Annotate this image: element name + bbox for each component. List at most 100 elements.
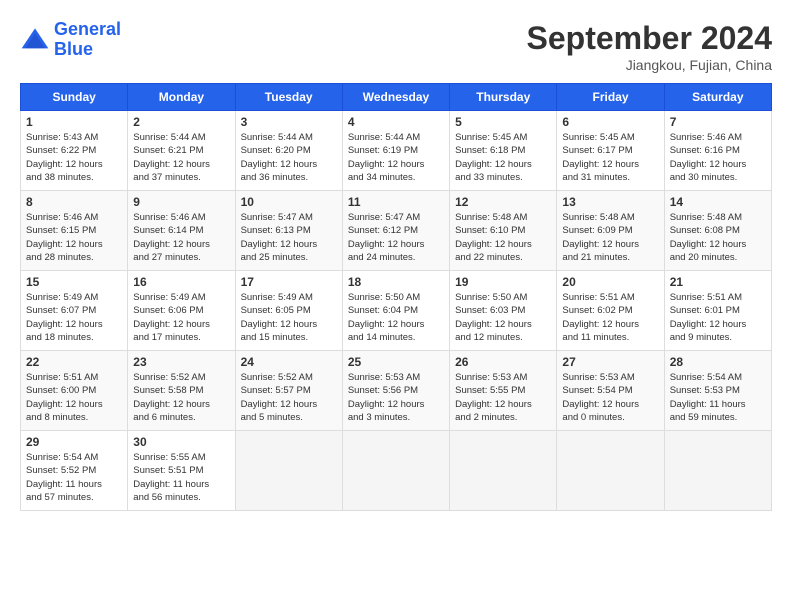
day-info: Sunrise: 5:49 AM Sunset: 6:06 PM Dayligh… — [133, 291, 229, 344]
day-number: 23 — [133, 355, 229, 369]
calendar-cell: 23 Sunrise: 5:52 AM Sunset: 5:58 PM Dayli… — [128, 351, 235, 431]
day-info: Sunrise: 5:51 AM Sunset: 6:00 PM Dayligh… — [26, 371, 122, 424]
calendar-cell: 15Sunrise: 5:49 AM Sunset: 6:07 PM Dayli… — [21, 271, 128, 351]
day-info: Sunrise: 5:45 AM Sunset: 6:18 PM Dayligh… — [455, 131, 551, 184]
calendar-cell: 24 Sunrise: 5:52 AM Sunset: 5:57 PM Dayli… — [235, 351, 342, 431]
calendar-table: Sunday Monday Tuesday Wednesday Thursday… — [20, 83, 772, 511]
logo-text: General Blue — [54, 20, 121, 60]
header-saturday: Saturday — [664, 84, 771, 111]
calendar-cell: 6Sunrise: 5:45 AM Sunset: 6:17 PM Daylig… — [557, 111, 664, 191]
calendar-cell: 18 Sunrise: 5:50 AM Sunset: 6:04 PM Dayli… — [342, 271, 449, 351]
calendar-cell: 10 Sunrise: 5:47 AM Sunset: 6:13 PM Dayli… — [235, 191, 342, 271]
day-number: 12 — [455, 195, 551, 209]
calendar-cell: 30 Sunrise: 5:55 AM Sunset: 5:51 PM Dayli… — [128, 431, 235, 511]
calendar-cell: 8Sunrise: 5:46 AM Sunset: 6:15 PM Daylig… — [21, 191, 128, 271]
day-number: 17 — [241, 275, 337, 289]
day-number: 11 — [348, 195, 444, 209]
calendar-cell: 19 Sunrise: 5:50 AM Sunset: 6:03 PM Dayli… — [450, 271, 557, 351]
day-info: Sunrise: 5:50 AM Sunset: 6:03 PM Dayligh… — [455, 291, 551, 344]
day-info: Sunrise: 5:44 AM Sunset: 6:19 PM Dayligh… — [348, 131, 444, 184]
day-number: 30 — [133, 435, 229, 449]
day-number: 9 — [133, 195, 229, 209]
calendar-cell: 16 Sunrise: 5:49 AM Sunset: 6:06 PM Dayli… — [128, 271, 235, 351]
calendar-cell — [557, 431, 664, 511]
day-info: Sunrise: 5:48 AM Sunset: 6:09 PM Dayligh… — [562, 211, 658, 264]
calendar-cell: 4 Sunrise: 5:44 AM Sunset: 6:19 PM Daylig… — [342, 111, 449, 191]
day-info: Sunrise: 5:49 AM Sunset: 6:05 PM Dayligh… — [241, 291, 337, 344]
calendar-cell: 12 Sunrise: 5:48 AM Sunset: 6:10 PM Dayli… — [450, 191, 557, 271]
calendar-cell: 1Sunrise: 5:43 AM Sunset: 6:22 PM Daylig… — [21, 111, 128, 191]
calendar-cell: 26 Sunrise: 5:53 AM Sunset: 5:55 PM Dayli… — [450, 351, 557, 431]
header-thursday: Thursday — [450, 84, 557, 111]
day-info: Sunrise: 5:55 AM Sunset: 5:51 PM Dayligh… — [133, 451, 229, 504]
day-info: Sunrise: 5:51 AM Sunset: 6:02 PM Dayligh… — [562, 291, 658, 344]
calendar-cell: 14 Sunrise: 5:48 AM Sunset: 6:08 PM Dayli… — [664, 191, 771, 271]
logo: General Blue — [20, 20, 121, 60]
day-info: Sunrise: 5:45 AM Sunset: 6:17 PM Dayligh… — [562, 131, 658, 184]
calendar-cell: 5 Sunrise: 5:45 AM Sunset: 6:18 PM Daylig… — [450, 111, 557, 191]
day-info: Sunrise: 5:52 AM Sunset: 5:58 PM Dayligh… — [133, 371, 229, 424]
day-number: 27 — [562, 355, 658, 369]
calendar-cell: 9 Sunrise: 5:46 AM Sunset: 6:14 PM Daylig… — [128, 191, 235, 271]
day-number: 24 — [241, 355, 337, 369]
calendar-cell: 22Sunrise: 5:51 AM Sunset: 6:00 PM Dayli… — [21, 351, 128, 431]
location-subtitle: Jiangkou, Fujian, China — [527, 57, 772, 73]
day-info: Sunrise: 5:52 AM Sunset: 5:57 PM Dayligh… — [241, 371, 337, 424]
calendar-cell: 25 Sunrise: 5:53 AM Sunset: 5:56 PM Dayli… — [342, 351, 449, 431]
calendar-cell: 7 Sunrise: 5:46 AM Sunset: 6:16 PM Daylig… — [664, 111, 771, 191]
day-info: Sunrise: 5:53 AM Sunset: 5:54 PM Dayligh… — [562, 371, 658, 424]
day-info: Sunrise: 5:51 AM Sunset: 6:01 PM Dayligh… — [670, 291, 766, 344]
day-info: Sunrise: 5:54 AM Sunset: 5:52 PM Dayligh… — [26, 451, 122, 504]
header-tuesday: Tuesday — [235, 84, 342, 111]
day-info: Sunrise: 5:47 AM Sunset: 6:13 PM Dayligh… — [241, 211, 337, 264]
calendar-cell: 27 Sunrise: 5:53 AM Sunset: 5:54 PM Dayli… — [557, 351, 664, 431]
day-number: 8 — [26, 195, 122, 209]
calendar-body: 1Sunrise: 5:43 AM Sunset: 6:22 PM Daylig… — [21, 111, 772, 511]
day-number: 21 — [670, 275, 766, 289]
day-number: 26 — [455, 355, 551, 369]
day-info: Sunrise: 5:48 AM Sunset: 6:08 PM Dayligh… — [670, 211, 766, 264]
day-number: 7 — [670, 115, 766, 129]
day-number: 5 — [455, 115, 551, 129]
day-info: Sunrise: 5:48 AM Sunset: 6:10 PM Dayligh… — [455, 211, 551, 264]
day-info: Sunrise: 5:44 AM Sunset: 6:21 PM Dayligh… — [133, 131, 229, 184]
title-block: September 2024 Jiangkou, Fujian, China — [527, 20, 772, 73]
month-title: September 2024 — [527, 20, 772, 57]
day-number: 18 — [348, 275, 444, 289]
calendar-cell: 28 Sunrise: 5:54 AM Sunset: 5:53 PM Dayli… — [664, 351, 771, 431]
day-number: 20 — [562, 275, 658, 289]
calendar-cell: 13 Sunrise: 5:48 AM Sunset: 6:09 PM Dayli… — [557, 191, 664, 271]
calendar-cell: 21 Sunrise: 5:51 AM Sunset: 6:01 PM Dayli… — [664, 271, 771, 351]
calendar-cell — [235, 431, 342, 511]
calendar-cell: 29 Sunrise: 5:54 AM Sunset: 5:52 PM Dayli… — [21, 431, 128, 511]
day-number: 16 — [133, 275, 229, 289]
day-number: 28 — [670, 355, 766, 369]
day-info: Sunrise: 5:54 AM Sunset: 5:53 PM Dayligh… — [670, 371, 766, 424]
logo-icon — [20, 25, 50, 55]
calendar-cell: 3Sunrise: 5:44 AM Sunset: 6:20 PM Daylig… — [235, 111, 342, 191]
calendar-header: Sunday Monday Tuesday Wednesday Thursday… — [21, 84, 772, 111]
day-number: 14 — [670, 195, 766, 209]
calendar-cell: 11 Sunrise: 5:47 AM Sunset: 6:12 PM Dayli… — [342, 191, 449, 271]
calendar-cell: 2 Sunrise: 5:44 AM Sunset: 6:21 PM Daylig… — [128, 111, 235, 191]
day-info: Sunrise: 5:53 AM Sunset: 5:55 PM Dayligh… — [455, 371, 551, 424]
day-number: 29 — [26, 435, 122, 449]
header-wednesday: Wednesday — [342, 84, 449, 111]
day-info: Sunrise: 5:43 AM Sunset: 6:22 PM Dayligh… — [26, 131, 122, 184]
day-number: 13 — [562, 195, 658, 209]
day-info: Sunrise: 5:46 AM Sunset: 6:14 PM Dayligh… — [133, 211, 229, 264]
day-number: 19 — [455, 275, 551, 289]
calendar-cell — [450, 431, 557, 511]
day-number: 10 — [241, 195, 337, 209]
day-info: Sunrise: 5:46 AM Sunset: 6:16 PM Dayligh… — [670, 131, 766, 184]
day-number: 2 — [133, 115, 229, 129]
day-number: 3 — [241, 115, 337, 129]
day-number: 25 — [348, 355, 444, 369]
day-info: Sunrise: 5:47 AM Sunset: 6:12 PM Dayligh… — [348, 211, 444, 264]
day-number: 4 — [348, 115, 444, 129]
calendar-cell — [664, 431, 771, 511]
day-info: Sunrise: 5:53 AM Sunset: 5:56 PM Dayligh… — [348, 371, 444, 424]
day-info: Sunrise: 5:50 AM Sunset: 6:04 PM Dayligh… — [348, 291, 444, 344]
page-header: General Blue September 2024 Jiangkou, Fu… — [20, 20, 772, 73]
header-monday: Monday — [128, 84, 235, 111]
